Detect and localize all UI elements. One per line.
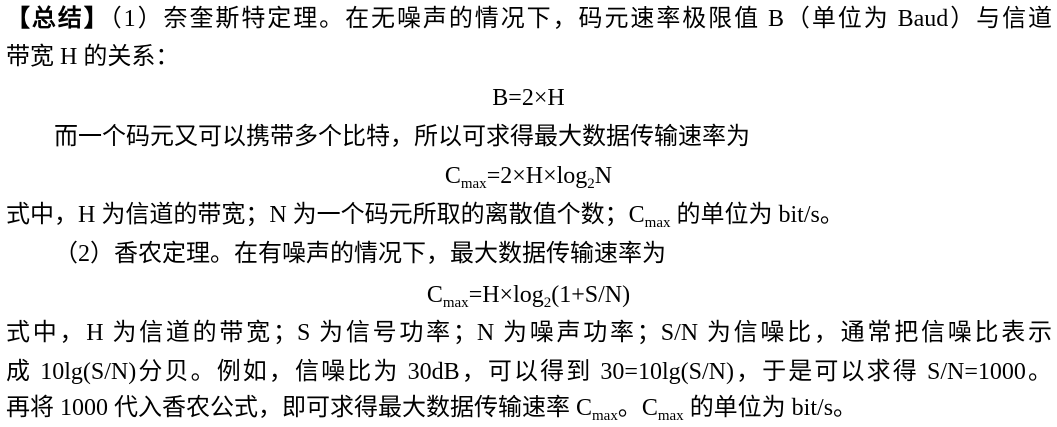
shannon-formula-c: C xyxy=(426,282,443,308)
summary-heading: 【总结】 xyxy=(6,6,110,32)
shannon-explanation-line3: 再将 1000 代入香农公式，即可求得最大数据传输速率 Cmax。Cmax 的单… xyxy=(6,389,1052,427)
nyquist-explanation: 式中，H 为信道的带宽；N 为一个码元所取的离散值个数；Cmax 的单位为 bi… xyxy=(6,196,1052,234)
explain-before: 式中，H 为信道的带宽；N 为一个码元所取的离散值个数；C xyxy=(6,202,645,228)
line3-sub2: max xyxy=(657,408,684,424)
shannon-intro: （2）香农定理。在有噪声的情况下，最大数据传输速率为 xyxy=(54,241,666,267)
nyquist-formula-cmax: Cmax=2×H×log2N xyxy=(0,157,1057,195)
line3-before: 再将 1000 代入香农公式，即可求得最大数据传输速率 C xyxy=(6,395,593,421)
document-page: 【总结】（1）奈奎斯特定理。在无噪声的情况下，码元速率极限值 B（单位为 Bau… xyxy=(0,0,1057,427)
explain-sub-max: max xyxy=(644,215,671,231)
shannon-formula-cmax: Cmax=H×log2(1+S/N) xyxy=(0,276,1057,314)
line3-sub1: max xyxy=(592,408,618,424)
nyquist-paragraph-bits: 而一个码元又可以携带多个比特，所以可求得最大数据传输速率为 xyxy=(54,124,750,150)
shannon-formula-tail: (1+S/N) xyxy=(551,282,631,308)
shannon-explanation-line2: 成 10lg(S/N)分贝。例如，信噪比为 30dB，可以得到 30=10lg(… xyxy=(6,359,1052,385)
nyquist-intro-line1: 【总结】（1）奈奎斯特定理。在无噪声的情况下，码元速率极限值 B（单位为 Bau… xyxy=(6,0,1052,38)
nyquist-intro-text: （1）奈奎斯特定理。在无噪声的情况下，码元速率极限值 B（单位为 Baud）与信… xyxy=(109,6,1053,32)
formula-eq: =2×H×log xyxy=(486,163,588,189)
line3-mid: 。C xyxy=(617,395,658,421)
line3-after: 的单位为 bit/s。 xyxy=(683,395,858,421)
nyquist-intro-line2: 带宽 H 的关系： xyxy=(6,44,180,70)
shannon-formula-sub-max: max xyxy=(442,295,469,311)
explain-after: 的单位为 bit/s。 xyxy=(670,202,844,228)
shannon-formula-eq: =H×log xyxy=(468,282,544,308)
formula-tail: N xyxy=(594,163,613,189)
shannon-explanation-line1: 式中，H 为信道的带宽；S 为信号功率；N 为噪声功率；S/N 为信噪比，通常把… xyxy=(6,320,1052,346)
formula-sub-2: 2 xyxy=(587,176,595,192)
formula-sub-max: max xyxy=(460,176,487,192)
formula-c: C xyxy=(444,163,461,189)
nyquist-formula-b: B=2×H xyxy=(492,85,565,111)
